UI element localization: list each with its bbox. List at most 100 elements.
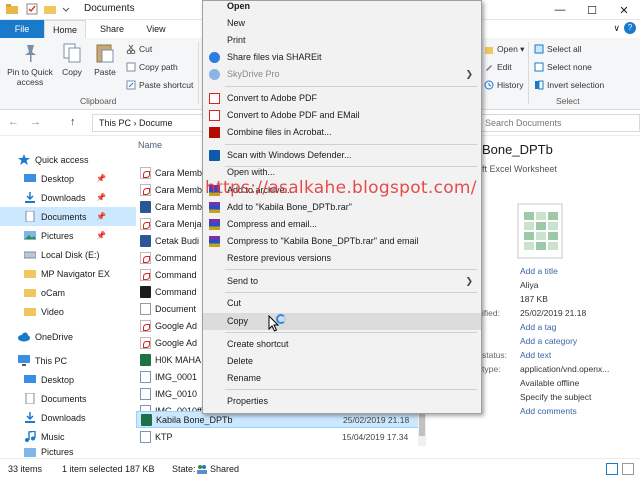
nav-pc-desktop[interactable]: Desktop <box>0 370 136 389</box>
nav-local-disk-e[interactable]: Local Disk (E:) <box>0 245 136 264</box>
cloud-icon <box>18 331 30 342</box>
prop-key <box>482 336 520 350</box>
history-button[interactable]: History <box>484 80 523 90</box>
documents-icon <box>24 392 36 405</box>
menu-label: Open <box>227 1 251 11</box>
back-button[interactable]: ← <box>8 116 19 128</box>
menu-item-convert-pdf[interactable]: Convert to Adobe PDF <box>203 90 481 107</box>
select-all-button[interactable]: Select all <box>534 44 582 54</box>
menu-item-send-to[interactable]: Send to ❯ <box>203 273 481 290</box>
prop-status[interactable]: status: Add text <box>482 350 640 364</box>
nav-label: Downloads <box>41 412 86 423</box>
menu-item-print[interactable]: Print <box>203 32 481 49</box>
menu-separator <box>225 332 477 333</box>
prop-author[interactable]: Aliya <box>482 280 640 294</box>
nav-this-pc[interactable]: This PC <box>0 351 136 370</box>
menu-item-add-to-rar[interactable]: Add to "Kabila Bone_DPTb.rar" <box>203 199 481 216</box>
tab-file[interactable]: File <box>0 20 44 38</box>
nav-label: Quick access <box>35 154 89 165</box>
pdf-icon <box>140 319 151 332</box>
nav-pc-downloads[interactable]: Downloads <box>0 408 136 427</box>
menu-item-new[interactable]: New <box>203 15 481 32</box>
nav-pc-music[interactable]: Music <box>0 427 136 446</box>
menu-label: Cut <box>227 298 242 308</box>
search-input[interactable]: Search Documents <box>478 114 640 132</box>
spreadsheet-preview-icon <box>512 200 568 262</box>
menu-item-shareit[interactable]: Share files via SHAREit <box>203 49 481 66</box>
new-folder-quick-icon[interactable] <box>44 3 56 15</box>
nav-pc-documents[interactable]: Documents <box>0 389 136 408</box>
maximize-button[interactable]: ☐ <box>576 0 608 20</box>
file-name: Cara Memb <box>155 184 203 195</box>
tab-home[interactable]: Home <box>44 20 86 38</box>
prop-tags[interactable]: Add a tag <box>482 322 640 336</box>
menu-item-copy[interactable]: Copy <box>203 313 481 330</box>
paste-shortcut-button[interactable]: Paste shortcut <box>126 80 193 90</box>
prop-comments[interactable]: Add comments <box>482 406 640 420</box>
menu-item-open[interactable]: Open <box>203 0 481 15</box>
menu-item-convert-pdf-email[interactable]: Convert to Adobe PDF and EMail <box>203 107 481 124</box>
download-icon <box>24 412 36 423</box>
nav-desktop[interactable]: Desktop 📌 <box>0 169 136 188</box>
close-button[interactable]: ✕ <box>608 0 640 20</box>
prop-title[interactable]: Add a title <box>482 266 640 280</box>
menu-item-combine-acrobat[interactable]: Combine files in Acrobat... <box>203 124 481 141</box>
edit-button[interactable]: Edit <box>484 62 512 72</box>
nav-pc-pictures[interactable]: Pictures <box>0 446 136 458</box>
prop-value: Add comments <box>520 406 577 416</box>
paste-button[interactable]: Paste <box>90 42 120 77</box>
copy-path-button[interactable]: Copy path <box>126 62 178 72</box>
minimize-button[interactable]: — <box>544 0 576 20</box>
details-view-icon[interactable] <box>606 463 618 475</box>
nav-onedrive[interactable]: OneDrive <box>0 327 136 346</box>
menu-item-delete[interactable]: Delete <box>203 353 481 370</box>
tab-share[interactable]: Share <box>96 20 128 38</box>
menu-item-skydrive-pro[interactable]: SkyDrive Pro ❯ <box>203 66 481 83</box>
nav-downloads[interactable]: Downloads 📌 <box>0 188 136 207</box>
nav-mp-navigator[interactable]: MP Navigator EX <box>0 264 136 283</box>
select-group-label: Select <box>556 96 580 106</box>
file-row[interactable]: KTP 15/04/2019 17.34 <box>136 428 426 445</box>
menu-item-compress-email[interactable]: Compress and email... <box>203 216 481 233</box>
nav-label: Downloads <box>41 192 86 203</box>
prop-value: 25/02/2019 21.18 <box>520 308 587 318</box>
nav-video[interactable]: Video <box>0 302 136 321</box>
menu-item-properties[interactable]: Properties <box>203 393 481 410</box>
large-icons-view-icon[interactable] <box>622 463 634 475</box>
quick-access-dropdown-icon[interactable] <box>60 3 72 15</box>
properties-quick-icon[interactable] <box>26 3 38 15</box>
column-header-name[interactable]: Name <box>138 140 162 150</box>
nav-quick-access[interactable]: Quick access <box>0 150 136 169</box>
up-button[interactable]: ↑ <box>70 116 76 128</box>
prop-category[interactable]: Add a category <box>482 336 640 350</box>
prop-size: 187 KB <box>482 294 640 308</box>
nav-documents[interactable]: Documents 📌 <box>0 207 136 226</box>
ribbon-collapse-icon[interactable]: ∨ <box>613 23 620 34</box>
invert-selection-button[interactable]: Invert selection <box>534 80 604 90</box>
tab-view[interactable]: View <box>140 20 172 38</box>
file-name: Cara Memb <box>155 167 203 178</box>
pin-quick-access-button[interactable]: Pin to Quick access <box>2 42 58 87</box>
menu-label: Scan with Windows Defender... <box>227 150 352 160</box>
nav-label: Documents <box>41 393 87 404</box>
copy-button[interactable]: Copy <box>58 42 86 77</box>
menu-item-windows-defender[interactable]: Scan with Windows Defender... <box>203 147 481 164</box>
menu-item-restore-versions[interactable]: Restore previous versions <box>203 250 481 267</box>
select-all-icon <box>534 44 544 54</box>
help-icon[interactable]: ? <box>624 22 636 34</box>
prop-subject[interactable]: Specify the subject <box>482 392 640 406</box>
nav-pictures[interactable]: Pictures 📌 <box>0 226 136 245</box>
prop-value: Add a tag <box>520 322 557 332</box>
cut-button[interactable]: Cut <box>126 44 152 55</box>
menu-item-cut[interactable]: Cut <box>203 295 481 312</box>
forward-button[interactable]: → <box>30 116 41 128</box>
menu-item-rename[interactable]: Rename <box>203 370 481 387</box>
select-none-button[interactable]: Select none <box>534 62 592 72</box>
scissors-icon <box>126 44 136 55</box>
menu-item-create-shortcut[interactable]: Create shortcut <box>203 336 481 353</box>
nav-ocam[interactable]: oCam <box>0 283 136 302</box>
music-icon <box>24 430 36 442</box>
open-button[interactable]: Open ▾ <box>484 44 524 55</box>
prop-value: 187 KB <box>520 294 548 304</box>
menu-item-compress-rar-email[interactable]: Compress to "Kabila Bone_DPTb.rar" and e… <box>203 233 481 250</box>
